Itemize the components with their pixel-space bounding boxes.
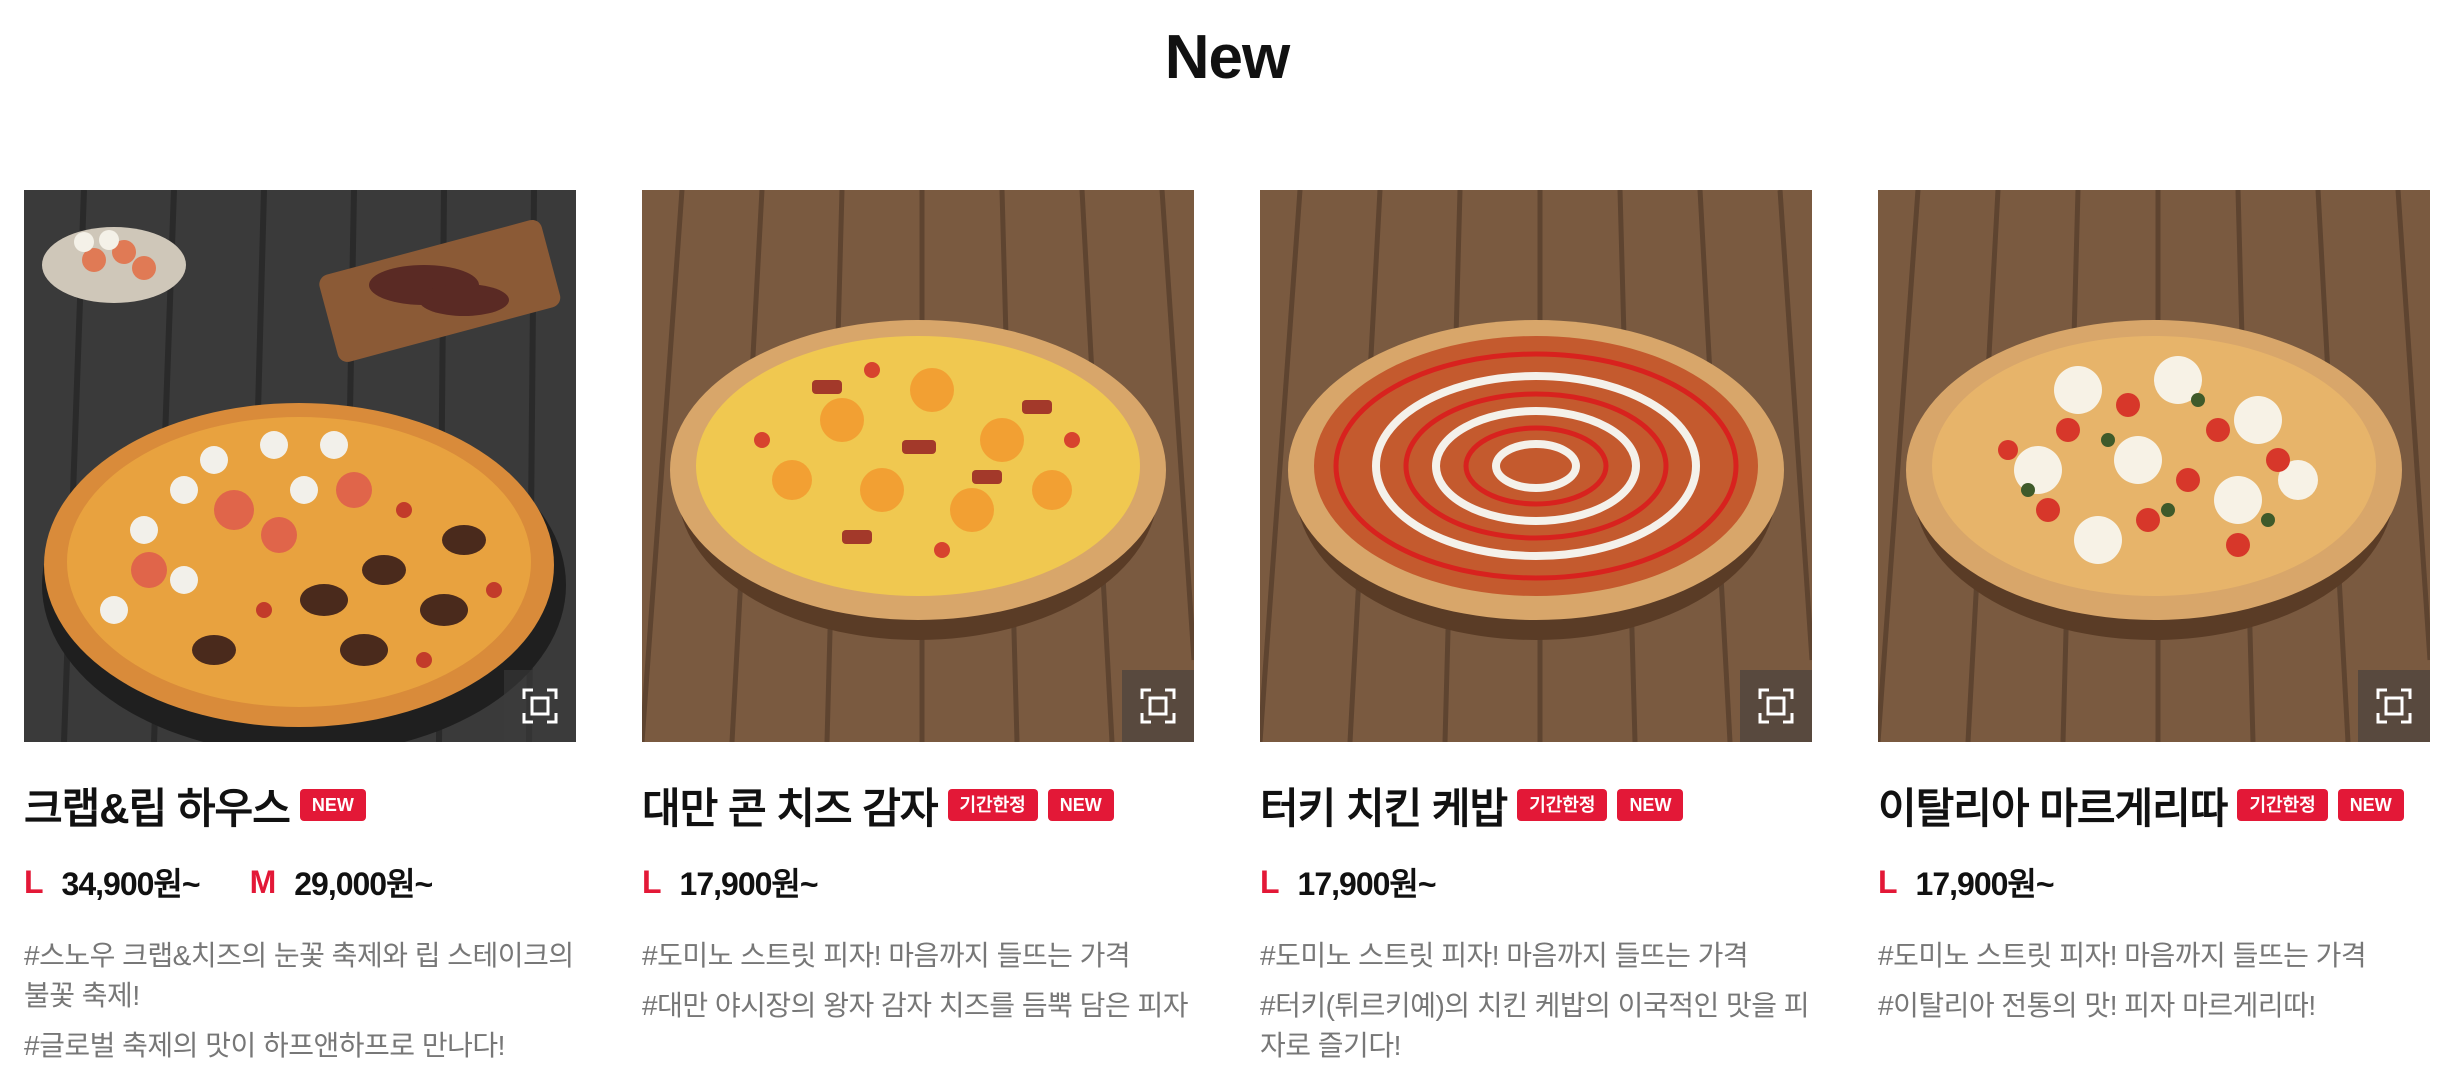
product-image[interactable] xyxy=(1878,190,2430,742)
expand-icon xyxy=(522,688,558,724)
pizza-photo xyxy=(1260,190,1812,742)
size-label: L xyxy=(1878,863,1898,900)
price-row: L 34,900원~ M 29,000원~ xyxy=(24,862,576,903)
product-name[interactable]: 터키 치킨 케밥 xyxy=(1260,775,1508,836)
description-line: #터키(튀르키예)의 치킨 케밥의 이국적인 맛을 피자로 즐기다! xyxy=(1260,990,1810,1061)
product-name[interactable]: 대만 콘 치즈 감자 xyxy=(642,775,938,836)
product-card[interactable]: 터키 치킨 케밥 기간한정 NEW L 17,900원~ #도미노 스트릿 피자… xyxy=(1260,190,1812,1076)
expand-icon xyxy=(2376,688,2412,724)
product-name[interactable]: 이탈리아 마르게리따 xyxy=(1878,775,2228,836)
new-badge: NEW xyxy=(1047,789,1114,821)
price: 17,900원~ xyxy=(679,866,819,902)
description-line: #도미노 스트릿 피자! 마음까지 들뜨는 가격 xyxy=(1878,940,2367,971)
zoom-button[interactable] xyxy=(1122,670,1194,742)
product-description: #도미노 스트릿 피자! 마음까지 들뜨는 가격 #대만 야시장의 왕자 감자 … xyxy=(642,936,1194,1026)
product-card[interactable]: 이탈리아 마르게리따 기간한정 NEW L 17,900원~ #도미노 스트릿 … xyxy=(1878,190,2430,1036)
pizza-photo xyxy=(1878,190,2430,742)
description-line: #대만 야시장의 왕자 감자 치즈를 듬뿍 담은 피자 xyxy=(642,990,1188,1021)
product-name[interactable]: 크랩&립 하우스 xyxy=(24,775,291,836)
product-card[interactable]: 대만 콘 치즈 감자 기간한정 NEW L 17,900원~ #도미노 스트릿 … xyxy=(642,190,1194,1036)
product-image[interactable] xyxy=(1260,190,1812,742)
product-description: #도미노 스트릿 피자! 마음까지 들뜨는 가격 #터키(튀르키예)의 치킨 케… xyxy=(1260,936,1812,1066)
description-line: #도미노 스트릿 피자! 마음까지 들뜨는 가격 xyxy=(1260,940,1749,971)
pizza-photo xyxy=(24,190,576,742)
size-label: L xyxy=(642,863,662,900)
new-badge: NEW xyxy=(299,789,366,821)
expand-icon xyxy=(1140,688,1176,724)
pizza-photo xyxy=(642,190,1194,742)
limited-badge: 기간한정 xyxy=(2237,789,2328,821)
size-label: L xyxy=(24,863,44,900)
price: 17,900원~ xyxy=(1297,866,1437,902)
zoom-button[interactable] xyxy=(504,670,576,742)
product-description: #스노우 크랩&치즈의 눈꽃 축제와 립 스테이크의 불꽃 축제! #글로벌 축… xyxy=(24,936,576,1066)
price: 34,900원~ xyxy=(61,866,201,902)
section-title: New xyxy=(1164,23,1290,92)
size-label: L xyxy=(1260,863,1280,900)
description-line: #글로벌 축제의 맛이 하프앤하프로 만나다! xyxy=(24,1030,505,1061)
price-row: L 17,900원~ xyxy=(1260,862,1812,903)
product-description: #도미노 스트릿 피자! 마음까지 들뜨는 가격 #이탈리아 전통의 맛! 피자… xyxy=(1878,936,2430,1026)
description-line: #스노우 크랩&치즈의 눈꽃 축제와 립 스테이크의 불꽃 축제! xyxy=(24,940,574,1011)
description-line: #도미노 스트릿 피자! 마음까지 들뜨는 가격 xyxy=(642,940,1131,971)
expand-icon xyxy=(1758,688,1794,724)
price-row: L 17,900원~ xyxy=(642,862,1194,903)
zoom-button[interactable] xyxy=(1740,670,1812,742)
new-badge: NEW xyxy=(2337,789,2404,821)
description-line: #이탈리아 전통의 맛! 피자 마르게리따! xyxy=(1878,990,2316,1021)
product-image[interactable] xyxy=(642,190,1194,742)
price: 17,900원~ xyxy=(1915,866,2055,902)
price-row: L 17,900원~ xyxy=(1878,862,2430,903)
limited-badge: 기간한정 xyxy=(947,789,1038,821)
zoom-button[interactable] xyxy=(2358,670,2430,742)
product-card[interactable]: 크랩&립 하우스 NEW L 34,900원~ M 29,000원~ #스노우 … xyxy=(24,190,576,1076)
size-label: M xyxy=(249,863,277,900)
limited-badge: 기간한정 xyxy=(1517,789,1608,821)
new-badge: NEW xyxy=(1617,789,1684,821)
price: 29,000원~ xyxy=(294,866,433,902)
product-image[interactable] xyxy=(24,190,576,742)
